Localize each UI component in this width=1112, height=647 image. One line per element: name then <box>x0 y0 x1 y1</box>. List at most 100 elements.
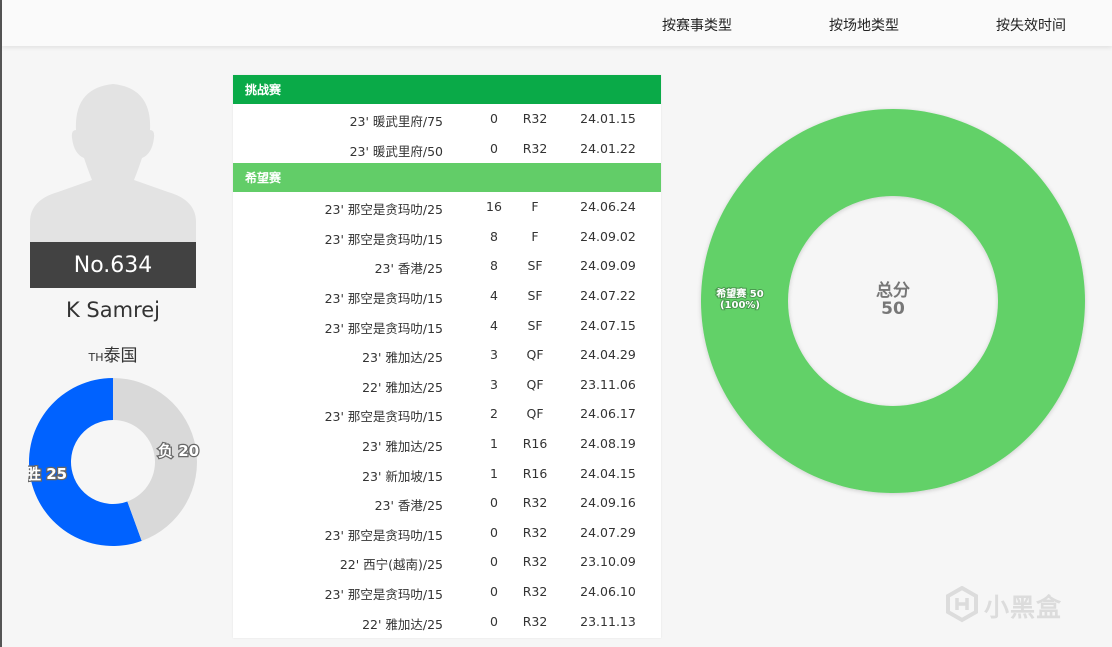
watermark-text: 小黑盒 <box>984 593 1063 622</box>
loss-label: 负 20 <box>158 442 199 460</box>
event-cell: 23' 雅加达/25 <box>362 350 443 366</box>
round-cell: F <box>531 199 539 215</box>
table-row[interactable]: 23' 那空是贪玛叻/15 4 SF 24.07.15 <box>233 311 661 341</box>
date-cell: 24.06.10 <box>580 583 636 599</box>
event-cell: 22' 雅加达/25 <box>362 379 443 395</box>
table-row[interactable]: 23' 暖武里府/75 0 R32 24.01.15 <box>233 104 661 134</box>
points-cell: 0 <box>490 140 498 156</box>
event-cell: 23' 那空是贪玛叻/15 <box>324 320 443 336</box>
date-cell: 23.11.13 <box>580 613 636 629</box>
group-header: 希望赛 <box>233 163 661 193</box>
event-cell: 22' 雅加达/25 <box>362 616 443 632</box>
round-cell: QF <box>526 376 544 392</box>
table-row[interactable]: 23' 那空是贪玛叻/15 0 R32 24.06.10 <box>233 577 661 607</box>
points-cell: 0 <box>490 495 498 511</box>
points-cell: 3 <box>490 376 498 392</box>
date-cell: 24.08.19 <box>580 435 636 451</box>
country-name: 泰国 <box>103 346 138 366</box>
date-cell: 23.11.06 <box>580 376 636 392</box>
event-cell: 23' 暖武里府/75 <box>349 114 443 129</box>
points-cell: 1 <box>490 435 498 451</box>
date-cell: 23.10.09 <box>580 554 636 570</box>
table-row[interactable]: 23' 那空是贪玛叻/15 0 R32 24.07.29 <box>233 518 661 548</box>
nav-by-expiry-time[interactable]: 按失效时间 <box>996 15 1066 35</box>
event-cell: 23' 暖武里府/50 <box>349 143 443 159</box>
date-cell: 24.06.24 <box>580 199 636 215</box>
date-cell: 24.09.16 <box>580 495 636 511</box>
table-row[interactable]: 23' 暖武里府/50 0 R32 24.01.22 <box>233 134 661 164</box>
nav-by-surface-type[interactable]: 按场地类型 <box>829 15 899 35</box>
round-cell: F <box>531 228 539 244</box>
round-cell: R32 <box>522 583 548 599</box>
slice-data-label: 希望赛 50 <box>715 287 763 300</box>
round-cell: SF <box>527 258 543 274</box>
points-cell: 8 <box>490 228 498 244</box>
player-avatar <box>30 84 196 242</box>
event-cell: 23' 那空是贪玛叻/25 <box>324 202 443 218</box>
round-cell: R32 <box>522 524 548 540</box>
donut-center-value: 50 <box>881 299 905 319</box>
table-row[interactable]: 23' 香港/25 0 R32 24.09.16 <box>233 488 661 518</box>
player-name: K Samrej <box>65 298 161 322</box>
event-cell: 23' 香港/25 <box>374 261 443 277</box>
date-cell: 24.07.22 <box>580 287 636 303</box>
round-cell: QF <box>526 406 544 422</box>
date-cell: 24.07.15 <box>580 317 636 333</box>
table-row[interactable]: 22' 雅加达/25 0 R32 23.11.13 <box>233 607 661 637</box>
win-loss-donut-chart: 胜 25 负 20 <box>28 378 200 546</box>
points-cell: 4 <box>490 317 498 333</box>
points-cell: 3 <box>490 347 498 363</box>
date-cell: 24.07.29 <box>580 524 636 540</box>
donut-center-title: 总分 <box>876 280 910 301</box>
round-cell: SF <box>527 317 543 333</box>
event-cell: 23' 香港/25 <box>374 498 443 514</box>
table-row[interactable]: 23' 那空是贪玛叻/15 2 QF 24.06.17 <box>233 399 661 429</box>
points-cell: 8 <box>490 258 498 274</box>
table-row[interactable]: 23' 雅加达/25 3 QF 24.04.29 <box>233 340 661 370</box>
round-cell: R32 <box>522 140 548 156</box>
table-row[interactable]: 23' 那空是贪玛叻/15 8 F 24.09.02 <box>233 222 661 252</box>
table-row[interactable]: 23' 那空是贪玛叻/15 4 SF 24.07.22 <box>233 281 661 311</box>
window-left-border <box>0 0 2 647</box>
table-row[interactable]: 22' 雅加达/25 3 QF 23.11.06 <box>233 370 661 400</box>
points-table: 挑战赛 23' 暖武里府/75 0 R32 24.01.15 23' 暖武里府/50 0 R3… <box>233 75 661 638</box>
event-cell: 23' 雅加达/25 <box>362 438 443 454</box>
points-cell: 1 <box>490 465 498 481</box>
round-cell: SF <box>527 287 543 303</box>
table-row[interactable]: 22' 西宁(越南)/25 0 R32 23.10.09 <box>233 547 661 577</box>
top-nav-bar: 按赛事类型 按场地类型 按失效时间 <box>2 0 1112 46</box>
round-cell: R32 <box>522 613 548 629</box>
watermark-logo-icon <box>946 586 978 623</box>
event-cell: 23' 那空是贪玛叻/15 <box>324 231 443 247</box>
group-header: 挑战赛 <box>233 75 661 104</box>
round-cell: R32 <box>522 554 548 570</box>
table-row[interactable]: 23' 雅加达/25 1 R16 24.08.19 <box>233 429 661 459</box>
date-cell: 24.06.17 <box>580 406 636 422</box>
date-cell: 24.04.29 <box>580 347 636 363</box>
event-cell: 23' 那空是贪玛叻/15 <box>324 527 443 543</box>
points-cell: 0 <box>490 111 498 126</box>
win-label: 胜 25 <box>28 465 67 483</box>
points-cell: 0 <box>490 613 498 629</box>
event-cell: 23' 新加坡/15 <box>362 468 443 484</box>
points-cell: 2 <box>490 406 498 422</box>
country-code: TH <box>88 351 104 364</box>
round-cell: R16 <box>522 465 548 481</box>
player-number: No.634 <box>30 242 196 288</box>
points-cell: 0 <box>490 524 498 540</box>
player-country: TH泰国 <box>30 341 196 366</box>
date-cell: 24.01.22 <box>580 140 636 156</box>
points-cell: 0 <box>490 583 498 599</box>
event-cell: 23' 那空是贪玛叻/15 <box>324 409 443 425</box>
points-cell: 16 <box>486 199 502 215</box>
event-cell: 23' 那空是贪玛叻/15 <box>324 290 443 306</box>
table-row[interactable]: 23' 香港/25 8 SF 24.09.09 <box>233 251 661 281</box>
slice-percent-label: (100%) <box>720 300 760 311</box>
nav-by-event-type[interactable]: 按赛事类型 <box>662 15 732 35</box>
round-cell: R32 <box>522 495 548 511</box>
event-cell: 23' 那空是贪玛叻/15 <box>324 586 443 602</box>
points-donut-chart: 总分 50 希望赛 50 (100%) <box>700 109 1085 493</box>
table-row[interactable]: 23' 那空是贪玛叻/25 16 F 24.06.24 <box>233 192 661 222</box>
round-cell: QF <box>526 347 544 363</box>
table-row[interactable]: 23' 新加坡/15 1 R16 24.04.15 <box>233 459 661 489</box>
